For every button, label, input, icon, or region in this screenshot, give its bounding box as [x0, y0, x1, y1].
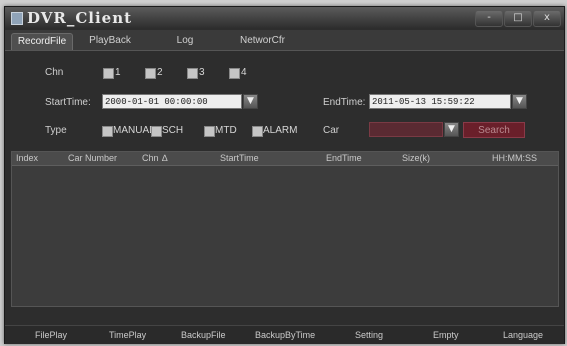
- col-size[interactable]: Size(k): [402, 152, 430, 165]
- tab-log[interactable]: Log: [170, 33, 200, 49]
- col-car-number[interactable]: Car Number: [68, 152, 117, 165]
- start-time-dropdown[interactable]: ▼: [243, 94, 258, 109]
- timeplay-button[interactable]: TimePlay: [109, 328, 146, 342]
- app-icon: [11, 12, 23, 25]
- start-time-field[interactable]: 2000-01-01 00:00:00: [102, 94, 242, 109]
- car-label: Car: [323, 125, 340, 136]
- type-mtd-checkbox[interactable]: [204, 126, 215, 137]
- start-time-label: StartTime:: [45, 97, 91, 108]
- close-button[interactable]: x: [533, 10, 561, 27]
- col-chn[interactable]: Chn: [142, 152, 159, 165]
- type-mtd-label: MTD: [215, 125, 237, 136]
- type-label: Type: [45, 125, 67, 136]
- maximize-button[interactable]: □: [504, 10, 532, 27]
- tab-recordfile[interactable]: RecordFile: [11, 33, 73, 50]
- search-button[interactable]: Search: [463, 122, 525, 138]
- window-title: DVR_Client: [27, 9, 133, 27]
- tab-bar: RecordFile PlayBack Log NetworCfr: [5, 30, 564, 51]
- table-header: Index Car Number Chn ∆ StartTime EndTime…: [12, 152, 558, 166]
- chn-3-label: 3: [199, 67, 205, 78]
- car-select[interactable]: [369, 122, 443, 137]
- type-manual-checkbox[interactable]: [102, 126, 113, 137]
- col-start-time[interactable]: StartTime: [220, 152, 259, 165]
- type-manual-label: MANUAL: [113, 125, 155, 136]
- end-time-label: EndTime:: [323, 97, 366, 108]
- record-table[interactable]: Index Car Number Chn ∆ StartTime EndTime…: [11, 151, 559, 307]
- chn-label: Chn: [45, 67, 64, 78]
- language-button[interactable]: Language: [503, 328, 543, 342]
- setting-button[interactable]: Setting: [355, 328, 383, 342]
- col-duration[interactable]: HH:MM:SS: [492, 152, 537, 165]
- type-alarm-label: ALARM: [263, 125, 298, 136]
- sort-arrow-icon: ∆: [162, 153, 168, 163]
- chn-3-checkbox[interactable]: [187, 68, 198, 79]
- fileplay-button[interactable]: FilePlay: [35, 328, 67, 342]
- type-sch-checkbox[interactable]: [151, 126, 162, 137]
- chn-4-checkbox[interactable]: [229, 68, 240, 79]
- col-index[interactable]: Index: [16, 152, 38, 165]
- chn-4-label: 4: [241, 67, 247, 78]
- chn-1-checkbox[interactable]: [103, 68, 114, 79]
- dvr-client-window: DVR_Client - □ x RecordFile PlayBack Log…: [4, 6, 565, 344]
- chn-2-checkbox[interactable]: [145, 68, 156, 79]
- backup-file-button[interactable]: BackupFile: [181, 328, 226, 342]
- tab-playback[interactable]: PlayBack: [85, 33, 135, 49]
- type-sch-label: SCH: [162, 125, 184, 136]
- tab-network[interactable]: NetworCfr: [235, 33, 290, 49]
- chn-2-label: 2: [157, 67, 163, 78]
- title-bar: DVR_Client - □ x: [5, 7, 564, 29]
- car-dropdown[interactable]: ▼: [444, 122, 459, 137]
- chn-1-label: 1: [115, 67, 121, 78]
- end-time-dropdown[interactable]: ▼: [512, 94, 527, 109]
- backup-by-time-button[interactable]: BackupByTime: [255, 328, 315, 342]
- minimize-button[interactable]: -: [475, 10, 503, 27]
- bottom-action-bar: FilePlay TimePlay BackupFile BackupByTim…: [5, 325, 564, 344]
- type-alarm-checkbox[interactable]: [252, 126, 263, 137]
- col-end-time[interactable]: EndTime: [326, 152, 362, 165]
- end-time-field[interactable]: 2011-05-13 15:59:22: [369, 94, 511, 109]
- empty-button[interactable]: Empty: [433, 328, 459, 342]
